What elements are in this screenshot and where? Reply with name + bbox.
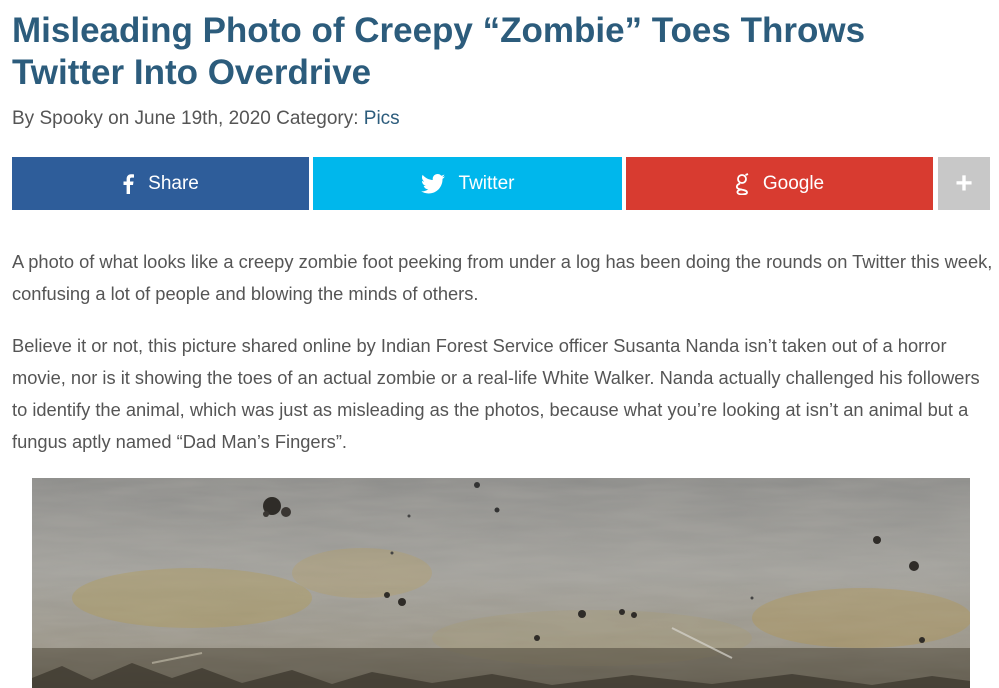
- author-name[interactable]: Spooky: [39, 108, 102, 129]
- category-link[interactable]: Pics: [364, 108, 400, 129]
- article-meta: By Spooky on June 19th, 2020 Category: P…: [12, 108, 400, 130]
- plus-icon: +: [955, 166, 973, 200]
- article-title: Misleading Photo of Creepy “Zombie” Toes…: [12, 11, 866, 92]
- google-g-icon: [735, 172, 749, 195]
- twitter-share-label: Twitter: [458, 172, 515, 194]
- publish-date: June 19th, 2020: [134, 108, 271, 129]
- category-label: Category:: [276, 108, 359, 129]
- twitter-bird-icon: [420, 173, 445, 194]
- facebook-icon: [122, 173, 135, 194]
- google-share-label: Google: [762, 172, 825, 194]
- google-share-button[interactable]: Google: [626, 157, 933, 210]
- meta-by: By: [12, 108, 35, 129]
- facebook-share-label: Share: [148, 172, 199, 194]
- facebook-share-button[interactable]: Share: [12, 157, 309, 210]
- article-paragraph: A photo of what looks like a creepy zomb…: [12, 251, 993, 304]
- meta-on: on: [108, 108, 130, 129]
- more-share-button[interactable]: +: [938, 157, 990, 210]
- twitter-share-button[interactable]: Twitter: [313, 157, 622, 210]
- article-paragraph: Believe it or not, this picture shared o…: [12, 335, 980, 452]
- article-photo: [32, 478, 970, 688]
